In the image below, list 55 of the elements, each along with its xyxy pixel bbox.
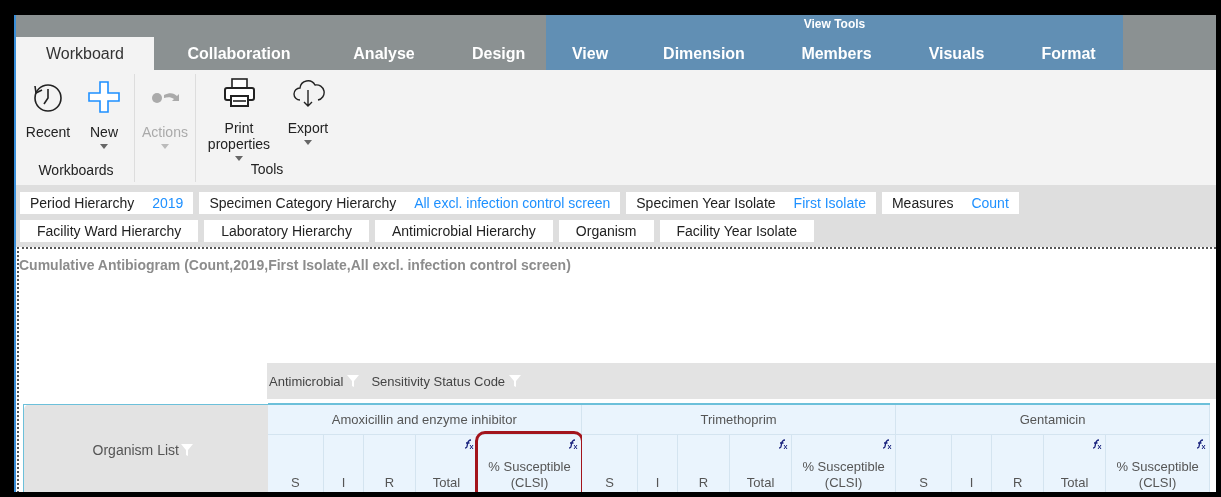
column-header: I (323, 434, 364, 492)
dimension-chip[interactable]: Laboratory Hierarchy (204, 220, 369, 242)
ribbon-button[interactable]: New (78, 80, 130, 162)
filter-chip[interactable]: Specimen Category Hierarchy All excl. infection control screen (199, 192, 621, 214)
column-header: I (637, 434, 678, 492)
column-header: Total (415, 434, 478, 492)
column-group-header: Amoxicillin and enzyme inhibitor (267, 404, 582, 435)
formula-icon (882, 438, 893, 449)
dimension-chip[interactable]: Antimicrobial Hierarchy (374, 220, 553, 242)
group-label: Workboards (38, 162, 114, 180)
ribbon-button[interactable]: Export (282, 76, 334, 161)
ribbon-button[interactable]: Print properties (200, 76, 278, 161)
filter-chip[interactable]: Period Hierarchy 2019 (20, 192, 194, 214)
filter-icon (509, 375, 522, 387)
caret-icon (100, 144, 108, 149)
filter-icon (347, 375, 360, 387)
column-header: R (991, 434, 1044, 492)
plus-icon (87, 80, 121, 114)
printer-icon (222, 76, 256, 110)
column-header: Total (1043, 434, 1106, 492)
dimension-chip[interactable]: Facility Year Isolate (659, 220, 815, 242)
column-header: S (895, 434, 952, 492)
column-header: % Susceptible (CLSI) (477, 434, 582, 492)
ribbon-button[interactable]: Recent (22, 80, 74, 162)
column-header: S (581, 434, 638, 492)
group-label: Tools (250, 161, 284, 179)
column-header: R (363, 434, 416, 492)
header-text: Organism List (92, 441, 179, 458)
dimension-chip[interactable]: Organism (558, 220, 654, 242)
column-header: I (951, 434, 992, 492)
column-header: % Susceptible (CLSI) (1105, 434, 1210, 492)
axis-label[interactable]: Antimicrobial (269, 373, 344, 389)
formula-icon (568, 438, 579, 449)
dot-arrow-icon (151, 91, 179, 103)
column-header: R (677, 434, 730, 492)
dimension-chip[interactable]: Facility Ward Hierarchy (20, 220, 199, 242)
caret-icon (304, 140, 312, 145)
ribbon-tab[interactable]: Workboard (16, 37, 154, 70)
column-group-header: Gentamicin (895, 404, 1210, 435)
axis-label[interactable]: Sensitivity Status Code (371, 373, 506, 389)
filter-icon (180, 443, 193, 456)
report-title: Cumulative Antibiogram (Count,2019,First Isolate,All excl. infection control screen) (19, 257, 572, 275)
column-header: % Susceptible (CLSI) (791, 434, 896, 492)
column-group-header: Trimethoprim (581, 404, 896, 435)
formula-icon (1196, 438, 1207, 449)
formula-icon (464, 438, 474, 449)
filter-chip[interactable]: Measures Count (881, 192, 1019, 214)
caret-icon (161, 144, 169, 149)
caret-icon (235, 156, 243, 161)
column-header: Total (729, 434, 792, 492)
column-header: S (267, 434, 324, 492)
formula-icon (778, 438, 789, 449)
context-group-label: View Tools (803, 16, 866, 33)
formula-icon (1092, 438, 1103, 449)
filter-chip[interactable]: Specimen Year Isolate First Isolate (626, 192, 876, 214)
